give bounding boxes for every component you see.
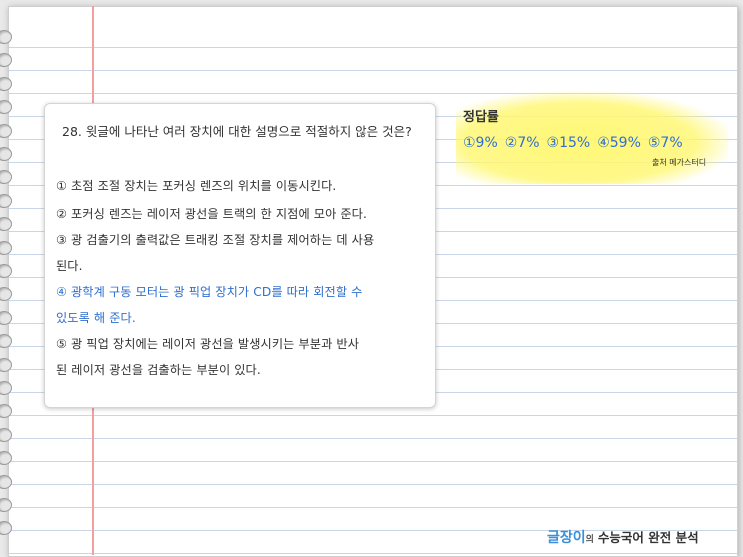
option-5-line-1: ⑤ 광 픽업 장치에는 레이저 광선을 발생시키는 부분과 반사: [56, 337, 360, 351]
answer-rate-5: ⑤7%: [647, 135, 683, 151]
option-1: ① 초점 조절 장치는 포커싱 렌즈의 위치를 이동시킨다.: [56, 179, 337, 193]
answer-rate-3: ③15%: [546, 135, 591, 151]
brand-tagline: 수능국어 완전 분석: [597, 530, 699, 545]
question-card: 28. 윗글에 나타난 여러 장치에 대한 설명으로 적절하지 않은 것은? ①…: [44, 103, 436, 408]
answer-rate-1: ①9%: [463, 135, 498, 151]
option-4-line-2: 있도록 해 준다.: [56, 311, 136, 325]
option-4-line-1: ④ 광학계 구동 모터는 광 픽업 장치가 CD를 따라 회전할 수: [56, 285, 363, 299]
option-2: ② 포커싱 렌즈는 레이저 광선을 트랙의 한 지점에 모아 준다.: [56, 207, 367, 221]
answer-rate-values: ①9% ②7% ③15% ④59% ⑤7%: [463, 135, 690, 151]
answer-rate-2: ②7%: [504, 135, 540, 151]
answer-rate-title: 정답률: [463, 110, 499, 125]
question-title: 28. 윗글에 나타난 여러 장치에 대한 설명으로 적절하지 않은 것은?: [62, 124, 412, 139]
option-3-line-2: 된다.: [56, 259, 83, 273]
brand-footer: 글장이의 수능국어 완전 분석: [547, 527, 699, 547]
answer-source: 출처 메가스터디: [652, 158, 707, 167]
option-5-line-2: 된 레이저 광선을 검출하는 부분이 있다.: [56, 363, 261, 377]
brand-name: 글장이: [547, 530, 586, 546]
answer-rate-4: ④59%: [597, 135, 641, 151]
brand-particle: 의: [585, 535, 594, 545]
option-3-line-1: ③ 광 검출기의 출력값은 트래킹 조절 장치를 제어하는 데 사용: [56, 233, 375, 247]
